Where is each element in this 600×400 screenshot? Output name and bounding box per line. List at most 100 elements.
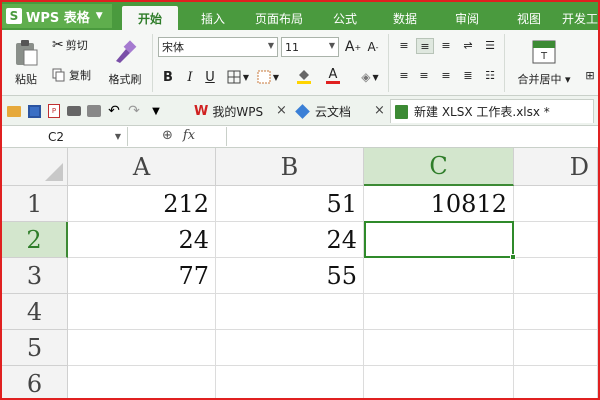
- copy-button[interactable]: 复制: [52, 66, 91, 84]
- tab-insert[interactable]: 插入: [188, 6, 238, 30]
- cell-c3[interactable]: [364, 258, 514, 294]
- tab-developer[interactable]: 开发工: [562, 6, 598, 30]
- name-box[interactable]: C2 ▼: [4, 127, 128, 146]
- customize-toolbar-icon[interactable]: ▼: [148, 103, 164, 119]
- row-header-4[interactable]: 4: [2, 294, 68, 330]
- distributed-button[interactable]: ☷: [482, 68, 498, 82]
- font-name-value: 宋体: [162, 41, 184, 54]
- fill-color-button[interactable]: [290, 66, 318, 86]
- row-header-3[interactable]: 3: [2, 258, 68, 294]
- cell-d5[interactable]: [514, 330, 598, 366]
- chevron-down-icon: ▼: [372, 72, 379, 82]
- tab-page-layout[interactable]: 页面布局: [246, 6, 312, 30]
- row-header-5[interactable]: 5: [2, 330, 68, 366]
- print-preview-icon[interactable]: [86, 103, 102, 119]
- column-header-c[interactable]: C: [364, 148, 514, 186]
- shrink-font-button[interactable]: A-: [364, 38, 382, 56]
- redo-icon[interactable]: ↷: [126, 103, 142, 119]
- shrink-font-icon: A: [367, 40, 376, 54]
- insert-function-button[interactable]: fx: [183, 128, 195, 143]
- cell-a5[interactable]: [68, 330, 216, 366]
- cell-d2[interactable]: [514, 222, 598, 258]
- font-name-select[interactable]: 宋体 ▼: [158, 37, 278, 57]
- open-folder-icon[interactable]: [6, 103, 22, 119]
- undo-icon[interactable]: ↶: [106, 103, 122, 119]
- cut-button[interactable]: ✂ 剪切: [52, 36, 88, 54]
- app-menu-button[interactable]: S WPS 表格 ▼: [2, 4, 112, 28]
- justify-button[interactable]: ≣: [460, 68, 476, 82]
- cell-a4[interactable]: [68, 294, 216, 330]
- formula-input[interactable]: [226, 127, 596, 146]
- clear-format-button[interactable]: ◈ ▼: [356, 68, 384, 86]
- cell-b3[interactable]: 55: [216, 258, 364, 294]
- tab-home[interactable]: 开始: [122, 6, 178, 30]
- column-header-d[interactable]: D: [514, 148, 598, 186]
- align-center-icon: ≡: [419, 68, 429, 82]
- cell-b6[interactable]: [216, 366, 364, 398]
- font-size-select[interactable]: 11 ▼: [281, 37, 339, 57]
- cell-c2[interactable]: [364, 222, 514, 258]
- align-left-button[interactable]: ≡: [396, 68, 412, 82]
- cell-c5[interactable]: [364, 330, 514, 366]
- orientation-button[interactable]: ⇌: [460, 38, 476, 52]
- paste-button[interactable]: 粘贴: [8, 34, 44, 92]
- row-header-1[interactable]: 1: [2, 186, 68, 222]
- format-painter-button[interactable]: 格式刷: [104, 34, 146, 92]
- grow-font-button[interactable]: A +: [344, 38, 362, 56]
- svg-text:T: T: [540, 51, 548, 62]
- align-middle-button[interactable]: ≡: [416, 38, 434, 54]
- bold-button[interactable]: B: [160, 68, 176, 86]
- row-header-6[interactable]: 6: [2, 366, 68, 398]
- align-bottom-button[interactable]: ≡: [438, 38, 454, 52]
- cell-c4[interactable]: [364, 294, 514, 330]
- row-header-2[interactable]: 2: [2, 222, 68, 258]
- cloud-cube-icon: [295, 103, 310, 119]
- merge-center-button[interactable]: T 合并居中 ▾: [510, 34, 578, 92]
- cell-d6[interactable]: [514, 366, 598, 398]
- font-color-button[interactable]: A: [320, 66, 346, 86]
- chevron-down-icon: ▼: [114, 132, 121, 141]
- cell-b2[interactable]: 24: [216, 222, 364, 258]
- cell-a2[interactable]: 24: [68, 222, 216, 258]
- save-icon[interactable]: [26, 103, 42, 119]
- cell-c1[interactable]: 10812: [364, 186, 514, 222]
- cell-d3[interactable]: [514, 258, 598, 294]
- cell-a6[interactable]: [68, 366, 216, 398]
- cell-a1[interactable]: 212: [68, 186, 216, 222]
- cell-b4[interactable]: [216, 294, 364, 330]
- select-all-corner[interactable]: [2, 148, 68, 186]
- wrap-text-button[interactable]: ☰: [482, 38, 498, 52]
- tab-data[interactable]: 数据: [380, 6, 430, 30]
- print-icon[interactable]: [66, 103, 82, 119]
- close-icon[interactable]: ×: [276, 103, 287, 118]
- cell-d1[interactable]: [514, 186, 598, 222]
- cell-a3[interactable]: 77: [68, 258, 216, 294]
- app-name: WPS 表格: [26, 10, 90, 26]
- borders-button[interactable]: ▼: [224, 68, 252, 86]
- formula-bar: C2 ▼ ⊕ fx: [2, 126, 598, 148]
- tab-review[interactable]: 审阅: [442, 6, 492, 30]
- align-center-button[interactable]: ≡: [416, 68, 432, 82]
- column-header-b[interactable]: B: [216, 148, 364, 186]
- cell-b5[interactable]: [216, 330, 364, 366]
- zoom-icon[interactable]: ⊕: [162, 128, 173, 143]
- tab-formulas[interactable]: 公式: [320, 6, 370, 30]
- cell-style-button[interactable]: ▼: [254, 68, 282, 86]
- doc-tab-cloud-docs[interactable]: 云文档 ×: [292, 99, 388, 123]
- underline-button[interactable]: U: [202, 68, 218, 86]
- wrap-text-icon: ☰: [485, 38, 495, 52]
- column-header-a[interactable]: A: [68, 148, 216, 186]
- export-pdf-icon[interactable]: P: [46, 103, 62, 119]
- more-icon[interactable]: ⊞: [582, 68, 598, 82]
- doc-tab-active-workbook[interactable]: 新建 XLSX 工作表.xlsx *: [390, 99, 594, 123]
- align-top-button[interactable]: ≡: [396, 38, 412, 52]
- align-right-button[interactable]: ≡: [438, 68, 454, 82]
- close-icon[interactable]: ×: [374, 103, 385, 118]
- cell-d4[interactable]: [514, 294, 598, 330]
- tab-view[interactable]: 视图: [504, 6, 554, 30]
- borders-icon: [227, 70, 241, 84]
- italic-button[interactable]: I: [182, 68, 198, 86]
- cell-b1[interactable]: 51: [216, 186, 364, 222]
- doc-tab-my-wps[interactable]: W 我的WPS ×: [190, 99, 288, 123]
- cell-c6[interactable]: [364, 366, 514, 398]
